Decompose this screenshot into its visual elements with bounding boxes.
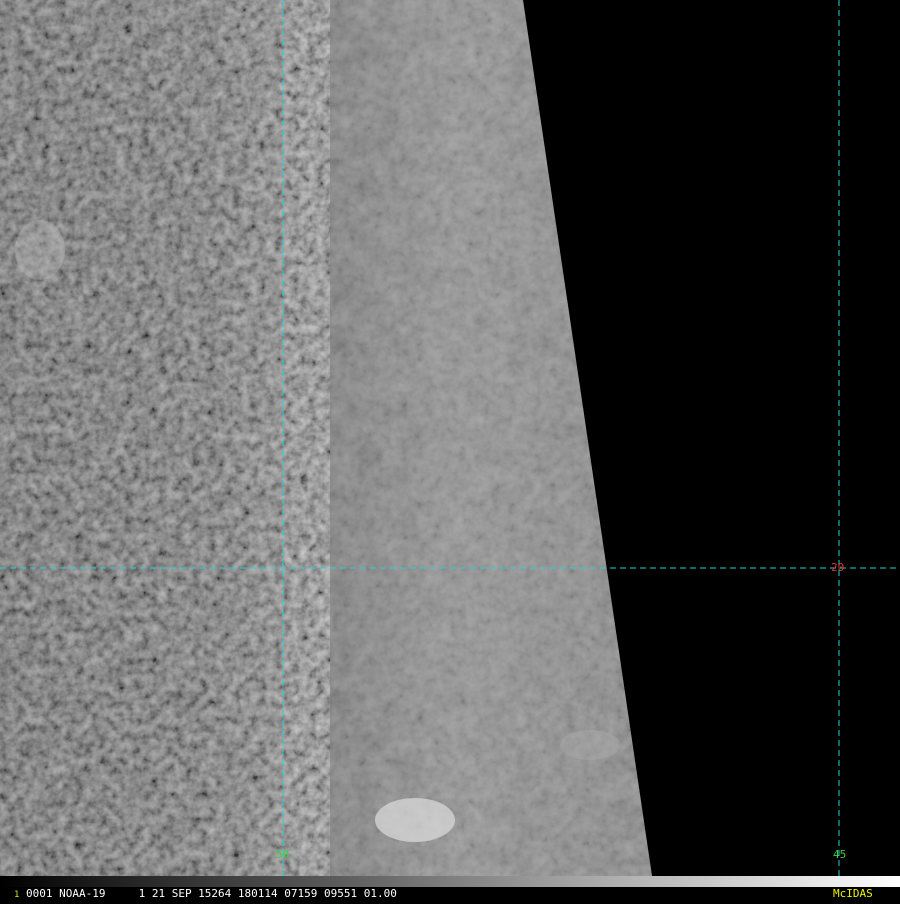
longitude-label-50: 50 — [276, 848, 290, 861]
image-status-line: 0001 NOAA-19 1 21 SEP 15264 180114 07159… — [26, 887, 397, 900]
software-label: McIDAS — [833, 887, 873, 900]
frame-number: 1 — [14, 890, 20, 900]
satellite-imagery-canvas — [0, 0, 900, 876]
grayscale-bar — [0, 876, 900, 887]
satellite-image: 50 45 20 — [0, 0, 900, 900]
latitude-label-20: 20 — [831, 561, 845, 574]
longitude-label-45: 45 — [833, 848, 847, 861]
